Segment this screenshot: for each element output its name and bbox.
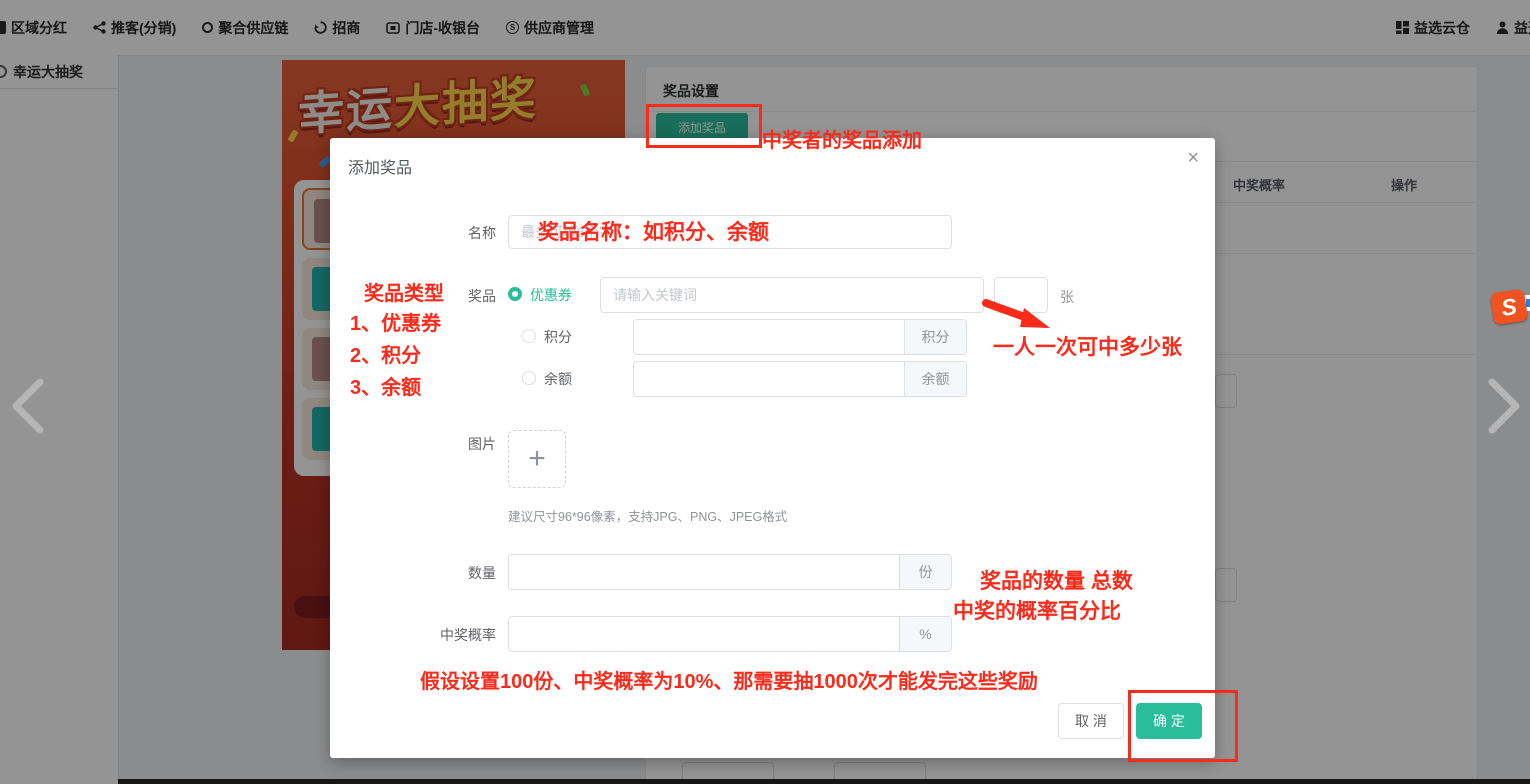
close-icon[interactable]: × xyxy=(1187,148,1199,168)
annotation-per-draw-note: 一人一次可中多少张 xyxy=(993,331,1182,361)
image-hint: 建议尺寸96*96像素，支持JPG、PNG、JPEG格式 xyxy=(508,506,787,525)
plus-icon: + xyxy=(528,442,546,476)
quantity-input[interactable] xyxy=(509,555,901,589)
image-field-label: 图片 xyxy=(330,434,496,454)
points-input[interactable] xyxy=(634,320,906,354)
annotation-type-title: 奖品类型 xyxy=(364,277,444,306)
radio-coupon[interactable] xyxy=(508,287,522,301)
watermark-letter: S xyxy=(1500,293,1519,322)
screenshot-tool-badge[interactable]: S xyxy=(1490,289,1528,325)
annotation-type-item: 2、积分 xyxy=(350,339,421,368)
annotation-add-note: 中奖者的奖品添加 xyxy=(762,124,922,153)
annotation-name-note: 奖品名称：如积分、余额 xyxy=(538,216,769,246)
watermark-flag-blue xyxy=(1526,299,1530,307)
quantity-input-wrap: 份 xyxy=(508,554,952,590)
chevron-left-icon xyxy=(8,378,48,434)
image-upload-box[interactable]: + xyxy=(508,430,566,488)
annotation-arrow xyxy=(982,298,1057,332)
balance-input[interactable] xyxy=(634,362,906,396)
probability-suffix: % xyxy=(899,617,951,651)
coupon-keyword-input[interactable] xyxy=(601,278,983,312)
carousel-next-button[interactable] xyxy=(1484,378,1524,439)
carousel-prev-button[interactable] xyxy=(8,378,48,439)
coupon-keyword-input-wrap xyxy=(600,277,984,313)
quantity-suffix: 份 xyxy=(899,555,951,589)
annotation-rect-add-button xyxy=(646,104,762,148)
radio-balance[interactable] xyxy=(522,371,536,385)
quantity-field-label: 数量 xyxy=(330,563,496,583)
annotation-type-item: 3、余额 xyxy=(350,371,421,400)
modal-title: 添加奖品 xyxy=(348,154,412,178)
probability-input-wrap: % xyxy=(508,616,952,652)
radio-points[interactable] xyxy=(522,329,536,343)
cancel-button[interactable]: 取 消 xyxy=(1058,703,1124,739)
probability-field-label: 中奖概率 xyxy=(330,625,496,645)
chevron-right-icon xyxy=(1484,378,1524,434)
annotation-rect-confirm-button xyxy=(1128,690,1238,762)
screen: 区域分红 推客(分销) 聚合供应链 招商 xyxy=(0,0,1530,784)
annotation-example-note: 假设设置100份、中奖概率为10%、那需要抽1000次才能发完这些奖励 xyxy=(420,665,1038,694)
points-input-wrap: 积分 xyxy=(633,319,967,355)
annotation-probability-note: 中奖的概率百分比 xyxy=(953,595,1121,625)
annotation-quantity-note: 奖品的数量 总数 xyxy=(980,565,1133,595)
balance-suffix: 余额 xyxy=(904,362,966,396)
radio-points-label[interactable]: 积分 xyxy=(544,327,572,347)
name-field-label: 名称 xyxy=(330,223,496,243)
coupon-unit-label: 张 xyxy=(1060,287,1074,307)
radio-balance-label[interactable]: 余额 xyxy=(544,369,572,389)
balance-input-wrap: 余额 xyxy=(633,361,967,397)
points-suffix: 积分 xyxy=(904,320,966,354)
radio-coupon-label[interactable]: 优惠券 xyxy=(530,285,572,305)
probability-input[interactable] xyxy=(509,617,901,651)
annotation-type-item: 1、优惠券 xyxy=(350,307,441,336)
